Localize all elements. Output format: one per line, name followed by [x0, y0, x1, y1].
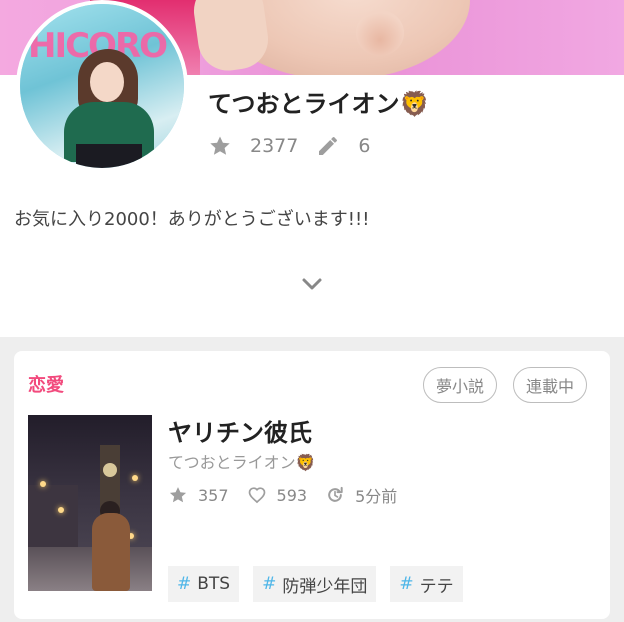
- update-icon: [325, 485, 345, 505]
- profile-header: HICORO てつおとライオン🦁 2377 6 お気に入り2000！ありがとうご…: [0, 0, 624, 337]
- hash-symbol: #: [399, 574, 414, 594]
- star-icon: [208, 134, 232, 158]
- avatar[interactable]: HICORO: [16, 0, 188, 172]
- hashtag-tete[interactable]: # テテ: [390, 566, 463, 602]
- genre-label: 恋愛: [28, 375, 64, 396]
- story-stats: 357 593 5分前: [168, 483, 415, 507]
- story-thumbnail[interactable]: [28, 415, 152, 591]
- story-author[interactable]: てつおとライオン🦁: [168, 449, 316, 473]
- hash-symbol: #: [177, 574, 192, 594]
- username: てつおとライオン🦁: [208, 90, 430, 118]
- hashtag-bts[interactable]: # BTS: [168, 566, 240, 602]
- favorites-count: 2377: [250, 135, 299, 157]
- hashtag-label: 防弾少年団: [282, 576, 368, 597]
- label-ongoing: 連載中: [513, 367, 588, 403]
- hashtag-bangtan[interactable]: # 防弾少年団: [253, 566, 377, 602]
- label-dream-novel: 夢小説: [423, 367, 498, 403]
- like-count: 593: [276, 485, 308, 505]
- updated-time: 5分前: [355, 487, 398, 506]
- hash-symbol: #: [262, 574, 277, 594]
- story-title[interactable]: ヤリチン彼氏: [168, 413, 312, 448]
- pencil-icon: [316, 134, 340, 158]
- hashtag-list: # BTS # 防弾少年団 # テテ: [168, 566, 477, 602]
- star-count: 357: [198, 485, 229, 505]
- profile-bio: お気に入り2000！ありがとうございます!!!: [14, 209, 370, 230]
- hashtag-label: テテ: [419, 576, 454, 597]
- story-card[interactable]: 恋愛 夢小説 連載中 ヤリチン彼氏 てつおとライオン🦁 357 593 5分前 …: [14, 351, 610, 619]
- chevron-down-icon[interactable]: [298, 270, 326, 298]
- profile-stats: 2377 6: [208, 132, 388, 160]
- heart-icon: [247, 485, 267, 505]
- works-count: 6: [358, 135, 371, 157]
- hashtag-label: BTS: [197, 574, 231, 594]
- star-icon: [168, 485, 188, 505]
